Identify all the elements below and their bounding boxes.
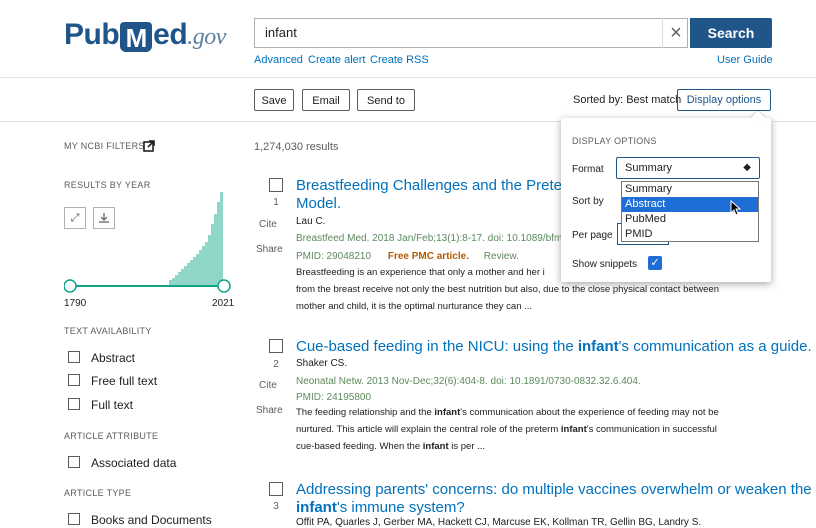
year-start-label: 1790 xyxy=(64,298,87,309)
associated-data-checkbox[interactable] xyxy=(68,456,80,468)
title-part: 's communication as a guide. xyxy=(618,338,812,355)
save-button[interactable]: Save xyxy=(254,89,294,111)
cite-button[interactable]: Cite xyxy=(259,219,277,230)
sorted-by-label: Sorted by: Best match xyxy=(573,94,682,106)
show-snippets-label: Show snippets xyxy=(572,259,638,270)
search-button[interactable]: Search xyxy=(690,18,772,48)
snippet-highlight: infant xyxy=(422,441,449,452)
clear-search-icon[interactable]: × xyxy=(662,18,689,48)
external-link-icon[interactable] xyxy=(143,139,155,157)
result-authors: Lau C. xyxy=(296,216,326,227)
result-title-cont[interactable]: infant's immune system? xyxy=(296,499,465,517)
result-number: 2 xyxy=(273,359,279,370)
result-snippet: The feeding relationship and the infant'… xyxy=(296,404,816,455)
snippet-line: nurtured. This article will explain the … xyxy=(296,421,816,438)
books-documents-checkbox[interactable] xyxy=(68,513,80,525)
title-highlight: infant xyxy=(577,338,619,355)
share-button[interactable]: Share xyxy=(256,405,283,416)
send-to-button[interactable]: Send to xyxy=(357,89,415,111)
article-type-heading: ARTICLE TYPE xyxy=(64,488,132,498)
pubmed-logo[interactable]: Pub Med.gov xyxy=(64,18,226,53)
show-snippets-checkbox[interactable]: ✓ xyxy=(648,256,662,270)
sort-by-label: Sort by xyxy=(572,196,604,207)
title-part: Cue-based feeding in the NICU: using the xyxy=(296,338,578,355)
result-checkbox[interactable] xyxy=(269,482,283,496)
result-title[interactable]: Breastfeeding Challenges and the Preterm… xyxy=(296,177,605,195)
full-text-filter-label[interactable]: Full text xyxy=(91,398,133,412)
result-title[interactable]: Cue-based feeding in the NICU: using the… xyxy=(296,338,812,356)
result-pmid: PMID: 29048210 Free PMC article. Review. xyxy=(296,251,519,262)
advanced-link[interactable]: Advanced xyxy=(254,54,303,66)
logo-text: Pub xyxy=(64,18,120,51)
pmid-text: PMID: 29048210 xyxy=(296,251,372,262)
snippet-line: from the breast receive not only the bes… xyxy=(296,284,719,295)
snippet-line: The feeding relationship and the infant'… xyxy=(296,404,816,421)
result-number: 1 xyxy=(273,197,279,208)
snippet-text: nurtured. This article will explain the … xyxy=(296,424,561,435)
year-end-label: 2021 xyxy=(212,298,235,309)
format-selected-value: Summary xyxy=(625,162,673,174)
header-divider xyxy=(0,77,816,78)
result-authors: Offit PA, Quarles J, Gerber MA, Hackett … xyxy=(296,517,702,528)
result-checkbox[interactable] xyxy=(269,339,283,353)
free-full-text-filter-label[interactable]: Free full text xyxy=(91,374,157,388)
create-rss-link[interactable]: Create RSS xyxy=(370,54,429,66)
per-page-label: Per page xyxy=(572,230,613,241)
snippet-highlight: infant xyxy=(434,407,461,418)
books-documents-filter-label[interactable]: Books and Documents xyxy=(91,513,212,527)
display-options-heading: DISPLAY OPTIONS xyxy=(572,136,657,146)
result-authors: Shaker CS. xyxy=(296,358,348,369)
format-option-pmid[interactable]: PMID xyxy=(622,227,758,242)
text-availability-heading: TEXT AVAILABILITY xyxy=(64,326,152,336)
snippet-line: mother and child, it is the optimal nurt… xyxy=(296,301,533,312)
article-attribute-heading: ARTICLE ATTRIBUTE xyxy=(64,431,159,441)
result-checkbox[interactable] xyxy=(269,178,283,192)
create-alert-link[interactable]: Create alert xyxy=(308,54,365,66)
mouse-cursor-icon xyxy=(730,200,742,216)
my-ncbi-filters-heading: MY NCBI FILTERS xyxy=(64,141,145,151)
result-number: 3 xyxy=(273,501,279,512)
associated-data-filter-label[interactable]: Associated data xyxy=(91,456,176,470)
review-badge: Review. xyxy=(483,251,519,262)
result-title-cont[interactable]: Model. xyxy=(296,195,341,213)
result-pmid: PMID: 24195800 xyxy=(296,392,372,403)
format-option-summary[interactable]: Summary xyxy=(622,182,758,197)
result-journal: Breastfeed Med. 2018 Jan/Feb;13(1):8-17.… xyxy=(296,233,566,244)
snippet-highlight: infant xyxy=(560,424,587,435)
logo-mark: M xyxy=(120,22,153,53)
title-highlight: infant xyxy=(296,499,337,516)
abstract-filter-label[interactable]: Abstract xyxy=(91,351,135,365)
result-title[interactable]: Addressing parents' concerns: do multipl… xyxy=(296,481,812,499)
cite-button[interactable]: Cite xyxy=(259,380,277,391)
year-histogram[interactable] xyxy=(64,180,234,295)
snippet-line: cue-based feeding. When the infant is pe… xyxy=(296,438,816,455)
logo-gov: .gov xyxy=(187,24,226,50)
snippet-text: The feeding relationship and the xyxy=(296,407,435,418)
format-select[interactable]: Summary ◆ xyxy=(616,157,760,179)
display-options-button[interactable]: Display options xyxy=(677,89,771,111)
result-journal: Neonatal Netw. 2013 Nov-Dec;32(6):404-8.… xyxy=(296,376,641,387)
free-pmc-badge: Free PMC article. xyxy=(387,251,469,262)
title-part: 's immune system? xyxy=(336,499,465,516)
snippet-text: cue-based feeding. When the xyxy=(296,441,423,452)
search-input[interactable]: infant xyxy=(254,18,688,48)
logo-text: ed xyxy=(153,18,188,51)
free-full-text-checkbox[interactable] xyxy=(68,374,80,386)
snippet-text: 's communication about the experience of… xyxy=(460,407,719,418)
updown-icon: ◆ xyxy=(743,162,751,173)
email-button[interactable]: Email xyxy=(302,89,350,111)
share-button[interactable]: Share xyxy=(256,244,283,255)
full-text-checkbox[interactable] xyxy=(68,398,80,410)
snippet-text: 's communication in successful xyxy=(586,424,717,435)
user-guide-link[interactable]: User Guide xyxy=(717,54,773,66)
abstract-checkbox[interactable] xyxy=(68,351,80,363)
results-count: 1,274,030 results xyxy=(254,141,339,153)
snippet-text: is per ... xyxy=(448,441,486,452)
format-label: Format xyxy=(572,164,604,175)
